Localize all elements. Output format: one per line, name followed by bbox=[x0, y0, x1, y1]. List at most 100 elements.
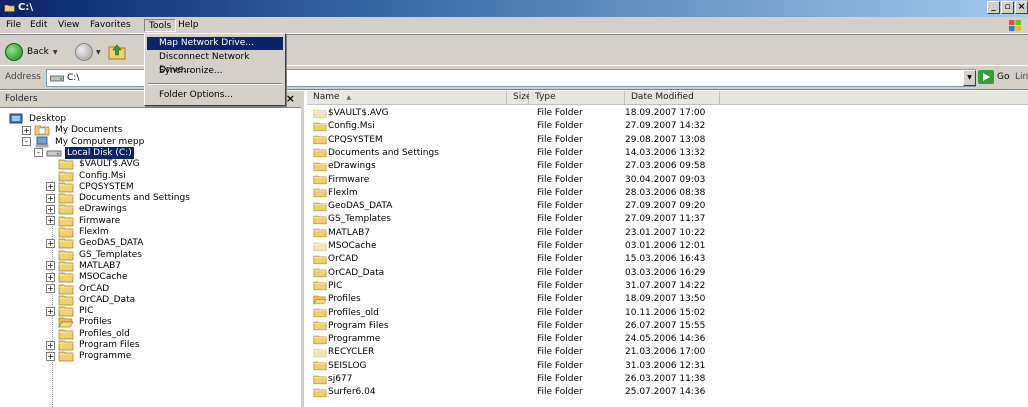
links-label[interactable]: Link bbox=[1015, 72, 1028, 82]
folder-icon bbox=[313, 308, 327, 318]
file-row[interactable]: sj677 File Folder 26.03.2007 11:38 bbox=[307, 373, 747, 385]
tree-item[interactable]: + My Documents bbox=[22, 124, 124, 136]
folder-icon bbox=[58, 329, 74, 340]
file-row[interactable]: $VAULT$.AVG File Folder 18.09.2007 17:00 bbox=[307, 107, 747, 119]
file-row[interactable]: Documents and Settings File Folder 14.03.2… bbox=[307, 147, 747, 159]
tree-item[interactable]: Desktop bbox=[8, 113, 68, 125]
expand-icon[interactable]: + bbox=[46, 261, 55, 271]
file-date: 28.03.2006 08:38 bbox=[625, 187, 706, 198]
file-row[interactable]: PIC File Folder 31.07.2007 14:22 bbox=[307, 280, 747, 292]
file-row[interactable]: OrCAD File Folder 15.03.2006 16:43 bbox=[307, 253, 747, 265]
menu-tools[interactable]: Tools bbox=[144, 19, 177, 32]
expand-icon[interactable]: + bbox=[46, 284, 55, 293]
tree-item[interactable]: $VAULT$.AVG bbox=[46, 158, 142, 170]
collapse-icon[interactable]: - bbox=[34, 148, 43, 158]
tree-item[interactable]: Profiles_old bbox=[46, 328, 132, 340]
maximize-button[interactable]: ▫ bbox=[1001, 1, 1014, 14]
tools-menu: Map Network Drive... Disconnect Network … bbox=[144, 33, 286, 106]
file-row[interactable]: Profiles_old File Folder 10.11.2006 15:02 bbox=[307, 307, 747, 319]
tree-item[interactable]: OrCAD_Data bbox=[46, 294, 137, 306]
tree-item[interactable]: - Local Disk (C:) bbox=[34, 146, 134, 159]
expand-icon[interactable]: + bbox=[46, 182, 55, 192]
menu-item-synchronize[interactable]: Synchronize... bbox=[147, 65, 283, 78]
file-row[interactable]: Programme File Folder 24.05.2006 14:36 bbox=[307, 333, 747, 345]
back-button[interactable]: Back ▼ bbox=[5, 43, 57, 61]
expand-icon[interactable]: + bbox=[22, 125, 31, 135]
menu-item-map-network-drive[interactable]: Map Network Drive... bbox=[147, 37, 283, 50]
file-row[interactable]: Firmware File Folder 30.04.2007 09:03 bbox=[307, 174, 747, 186]
expand-icon[interactable]: + bbox=[46, 306, 55, 316]
tree-item[interactable]: + PIC bbox=[46, 305, 95, 317]
tree-item[interactable]: + CPQSYSTEM bbox=[46, 181, 136, 193]
expand-icon[interactable]: + bbox=[46, 351, 55, 361]
tree-item[interactable]: - My Computer mepp bbox=[22, 136, 146, 148]
tree-item[interactable]: Flexlm bbox=[46, 226, 111, 238]
menu-help[interactable]: Help bbox=[174, 19, 203, 32]
file-row[interactable]: MATLAB7 File Folder 23.01.2007 10:22 bbox=[307, 227, 747, 239]
address-dropdown-button[interactable]: ▼ bbox=[963, 70, 976, 86]
tree-item[interactable]: + eDrawings bbox=[46, 203, 129, 215]
column-header-name[interactable]: Name ▲ bbox=[307, 91, 507, 105]
expand-icon[interactable]: + bbox=[46, 340, 55, 350]
tree-item[interactable]: + Programme bbox=[46, 350, 133, 362]
forward-button[interactable]: ▼ bbox=[75, 43, 101, 61]
close-button[interactable]: × bbox=[1015, 1, 1028, 14]
file-row[interactable]: Surfer6.04 File Folder 25.07.2007 14:36 bbox=[307, 386, 747, 398]
expand-icon[interactable]: + bbox=[46, 193, 55, 203]
menu-edit[interactable]: Edit bbox=[26, 19, 51, 32]
tree-item[interactable]: + GeoDAS_DATA bbox=[46, 237, 145, 249]
close-icon[interactable]: × bbox=[286, 92, 295, 105]
tree-item[interactable]: + Program Files bbox=[46, 339, 142, 351]
tree-item[interactable]: + MSOCache bbox=[46, 271, 130, 283]
file-row[interactable]: GS_Templates File Folder 27.09.2007 11:37 bbox=[307, 213, 747, 225]
file-row[interactable]: CPQSYSTEM File Folder 29.08.2007 13:08 bbox=[307, 134, 747, 146]
tree-item[interactable]: + Firmware bbox=[46, 215, 122, 227]
collapse-icon[interactable]: - bbox=[22, 137, 31, 147]
file-row[interactable]: Flexlm File Folder 28.03.2006 08:38 bbox=[307, 187, 747, 199]
menu-item-folder-options[interactable]: Folder Options... bbox=[147, 89, 283, 102]
file-row[interactable]: Program Files File Folder 26.07.2007 15:55 bbox=[307, 320, 747, 332]
column-header-type[interactable]: Type bbox=[529, 91, 625, 105]
menu-file[interactable]: File bbox=[2, 19, 25, 32]
file-row[interactable]: OrCAD_Data File Folder 03.03.2006 16:29 bbox=[307, 267, 747, 279]
tree-item[interactable]: Config.Msi bbox=[46, 170, 128, 182]
tree-item[interactable]: Profiles bbox=[46, 316, 114, 329]
column-header-size[interactable]: Size bbox=[507, 91, 531, 105]
file-name-cell: SEISLOG bbox=[313, 360, 367, 372]
file-row[interactable]: eDrawings File Folder 27.03.2006 09:58 bbox=[307, 160, 747, 172]
menu-view[interactable]: View bbox=[54, 19, 83, 32]
folder-up-icon[interactable] bbox=[107, 41, 127, 61]
chevron-down-icon[interactable]: ▼ bbox=[53, 49, 58, 56]
tree-item-label: Firmware bbox=[79, 215, 121, 226]
tree-item-label: Profiles_old bbox=[79, 328, 130, 339]
menu-item-disconnect-network-drive[interactable]: Disconnect Network Drive... bbox=[147, 51, 283, 75]
menu-favorites[interactable]: Favorites bbox=[86, 19, 135, 32]
tree-item[interactable]: + OrCAD bbox=[46, 283, 111, 295]
tree-item-label: Local Disk (C:) bbox=[65, 146, 134, 159]
file-row[interactable]: SEISLOG File Folder 31.03.2006 12:31 bbox=[307, 360, 747, 372]
folder-icon bbox=[58, 193, 74, 204]
file-date: 26.07.2007 15:55 bbox=[625, 320, 706, 331]
column-header-date[interactable]: Date Modified bbox=[625, 91, 720, 105]
folder-icon bbox=[313, 122, 327, 131]
file-row[interactable]: Profiles File Folder 18.09.2007 13:50 bbox=[307, 293, 747, 305]
expand-icon[interactable]: + bbox=[46, 272, 55, 282]
file-row[interactable]: RECYCLER File Folder 21.03.2006 17:00 bbox=[307, 346, 747, 358]
address-label: Address bbox=[5, 72, 41, 82]
minimize-button[interactable]: _ bbox=[987, 1, 1000, 14]
expand-icon[interactable]: + bbox=[46, 238, 55, 248]
file-row[interactable]: Config.Msi File Folder 27.09.2007 14:32 bbox=[307, 120, 747, 132]
file-date: 30.04.2007 09:03 bbox=[625, 174, 706, 185]
chevron-down-icon[interactable]: ▼ bbox=[96, 49, 101, 56]
expand-icon[interactable]: + bbox=[46, 204, 55, 214]
file-row[interactable]: GeoDAS_DATA File Folder 27.09.2007 09:20 bbox=[307, 200, 747, 212]
go-button[interactable]: Go bbox=[978, 70, 1009, 84]
folder-icon bbox=[58, 182, 74, 193]
tree-item[interactable]: GS_Templates bbox=[46, 249, 144, 261]
tree-item[interactable]: + MATLAB7 bbox=[46, 260, 123, 272]
file-date: 27.09.2007 11:37 bbox=[625, 214, 706, 225]
tree-item[interactable]: + Documents and Settings bbox=[46, 192, 192, 204]
file-row[interactable]: MSOCache File Folder 03.01.2006 12:01 bbox=[307, 240, 747, 252]
go-arrow-icon bbox=[978, 70, 994, 84]
expand-icon[interactable]: + bbox=[46, 216, 55, 226]
